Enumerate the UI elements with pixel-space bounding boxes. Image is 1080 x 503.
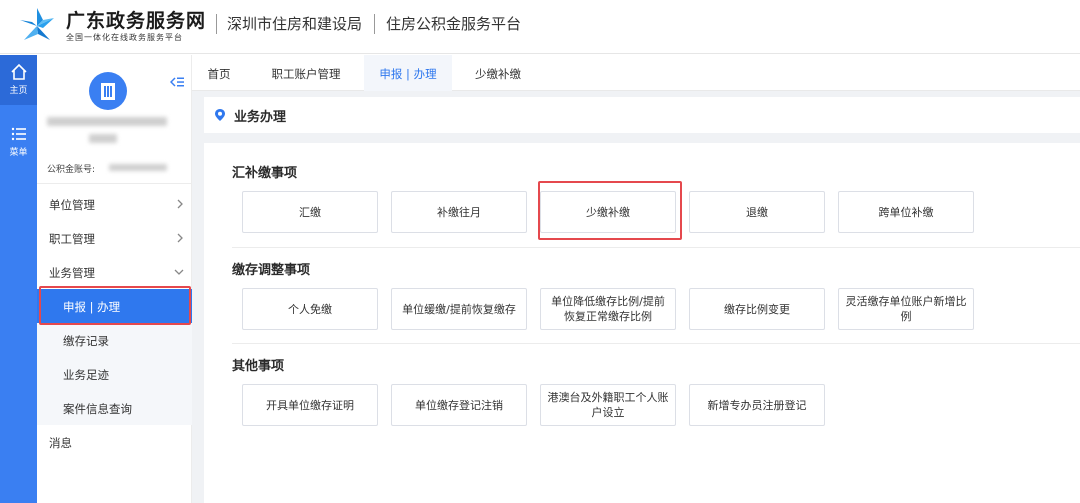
location-pin-icon bbox=[215, 109, 225, 121]
menu-staff-management[interactable]: 职工管理 bbox=[37, 221, 192, 255]
header-separator bbox=[216, 14, 217, 34]
tab-bar: 首页 职工账户管理 申报 | 办理 少缴补缴 bbox=[192, 55, 1080, 91]
menu-messages[interactable]: 消息 bbox=[37, 425, 192, 459]
group-title: 其他事项 bbox=[232, 359, 285, 374]
submenu-label: 案件信息查询 bbox=[63, 402, 132, 416]
building-icon bbox=[101, 83, 115, 100]
tab-home[interactable]: 首页 bbox=[198, 55, 240, 91]
blurred-account-number bbox=[109, 164, 167, 171]
menu-label: 职工管理 bbox=[49, 232, 95, 246]
btn-remit[interactable]: 汇缴 bbox=[242, 191, 378, 233]
app-root: 广东政务服务网 全国一体化在线政务服务平台 深圳市住房和建设局 住房公积金服务平… bbox=[0, 0, 1080, 503]
btn-back-pay-months[interactable]: 补缴往月 bbox=[391, 191, 527, 233]
group-title: 汇补缴事项 bbox=[232, 166, 298, 181]
header-separator bbox=[374, 14, 375, 34]
group-divider bbox=[232, 247, 1080, 248]
platform-name: 住房公积金服务平台 bbox=[386, 15, 522, 33]
top-header: 广东政务服务网 全国一体化在线政务服务平台 深圳市住房和建设局 住房公积金服务平… bbox=[0, 0, 1080, 54]
main-area: 业务办理 汇补缴事项 汇缴 补缴往月 少缴补缴 退缴 跨单位补缴 缴存调整事项 … bbox=[192, 91, 1080, 503]
blurred-company-name bbox=[47, 117, 167, 126]
brand-title: 广东政务服务网 bbox=[66, 10, 207, 32]
brand-subtitle: 全国一体化在线政务服务平台 bbox=[66, 33, 183, 42]
submenu-label: 缴存记录 bbox=[63, 334, 109, 348]
menu-label: 业务管理 bbox=[49, 266, 95, 280]
tab-declare[interactable]: 申报 | 办理 bbox=[364, 55, 452, 91]
submenu-label: 业务足迹 bbox=[63, 368, 109, 382]
avatar bbox=[89, 72, 127, 110]
chevron-right-icon bbox=[177, 199, 183, 209]
submenu-business-footprint[interactable]: 业务足迹 bbox=[37, 357, 192, 391]
left-rail: 主页 菜单 bbox=[0, 55, 37, 503]
chevron-down-icon bbox=[174, 269, 184, 275]
side-divider bbox=[37, 183, 192, 184]
submenu-deposit-records[interactable]: 缴存记录 bbox=[37, 323, 192, 357]
rail-menu[interactable]: 菜单 bbox=[0, 117, 37, 167]
btn-deferral[interactable]: 单位缓缴/提前恢复缴存 bbox=[391, 288, 527, 330]
menu-label: 消息 bbox=[49, 436, 72, 450]
rail-menu-label: 菜单 bbox=[9, 148, 28, 158]
submenu-case-query[interactable]: 案件信息查询 bbox=[37, 391, 192, 425]
btn-cross-unit-pay[interactable]: 跨单位补缴 bbox=[838, 191, 974, 233]
section-header: 业务办理 bbox=[204, 97, 1080, 133]
home-icon bbox=[10, 63, 27, 80]
collapse-icon[interactable] bbox=[170, 75, 184, 89]
highlight-frame bbox=[39, 286, 191, 325]
btn-refund[interactable]: 退缴 bbox=[689, 191, 825, 233]
menu-label: 单位管理 bbox=[49, 198, 95, 212]
btn-flexible-ratio[interactable]: 灵活缴存单位账户新增比例 bbox=[838, 288, 974, 330]
group-divider bbox=[232, 343, 1080, 344]
btn-deposit-certificate[interactable]: 开具单位缴存证明 bbox=[242, 384, 378, 426]
btn-deregister[interactable]: 单位缴存登记注销 bbox=[391, 384, 527, 426]
org-name: 深圳市住房和建设局 bbox=[227, 15, 363, 33]
menu-unit-management[interactable]: 单位管理 bbox=[37, 187, 192, 221]
chevron-right-icon bbox=[177, 233, 183, 243]
btn-ratio-change[interactable]: 缴存比例变更 bbox=[689, 288, 825, 330]
btn-register-agent[interactable]: 新增专办员注册登记 bbox=[689, 384, 825, 426]
blurred-company-name bbox=[89, 134, 117, 143]
side-panel: 公积金账号: 单位管理 职工管理 业务管理 申报 | 办理 缴存记录 业务足迹 … bbox=[37, 55, 192, 503]
highlight-frame bbox=[538, 181, 682, 240]
section-title: 业务办理 bbox=[234, 110, 287, 125]
menu-business-management[interactable]: 业务管理 bbox=[37, 255, 192, 289]
btn-foreign-account[interactable]: 港澳台及外籍职工个人账户设立 bbox=[540, 384, 676, 426]
account-label: 公积金账号: bbox=[47, 165, 96, 175]
group-title: 缴存调整事项 bbox=[232, 263, 311, 278]
btn-personal-exemption[interactable]: 个人免缴 bbox=[242, 288, 378, 330]
rail-home-label: 主页 bbox=[9, 86, 28, 96]
rail-home[interactable]: 主页 bbox=[0, 55, 37, 105]
tab-staff-accounts[interactable]: 职工账户管理 bbox=[256, 55, 356, 91]
btn-lower-ratio[interactable]: 单位降低缴存比例/提前恢复正常缴存比例 bbox=[540, 288, 676, 330]
tab-short-payment[interactable]: 少缴补缴 bbox=[458, 55, 538, 91]
gd-logo-icon bbox=[20, 8, 54, 40]
menu-list-icon bbox=[11, 127, 26, 141]
